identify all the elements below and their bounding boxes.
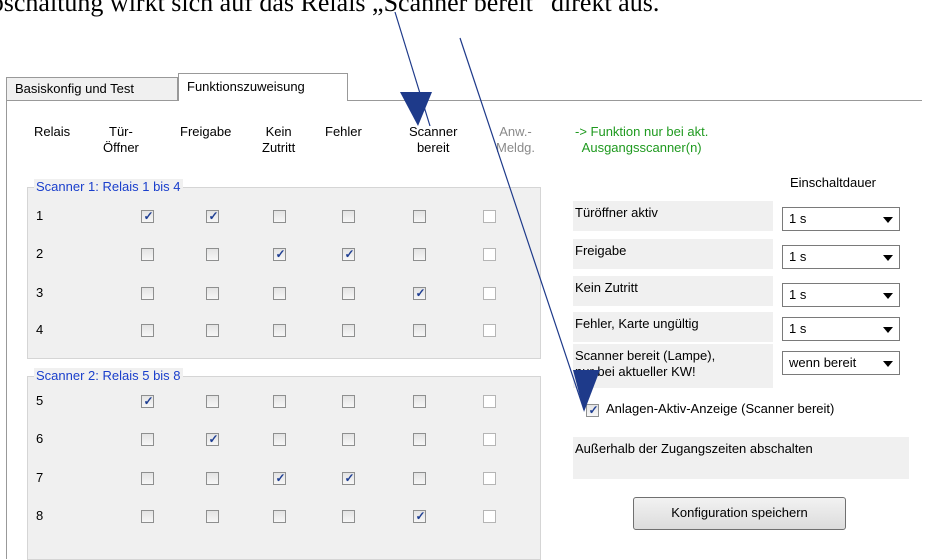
arrow-line-anlagen [459, 37, 585, 411]
tab-funktionszuweisung[interactable]: Funktionszuweisung [178, 73, 348, 101]
annotation-arrows [394, 11, 600, 412]
arrow-head-scanner-bereit [400, 92, 432, 126]
